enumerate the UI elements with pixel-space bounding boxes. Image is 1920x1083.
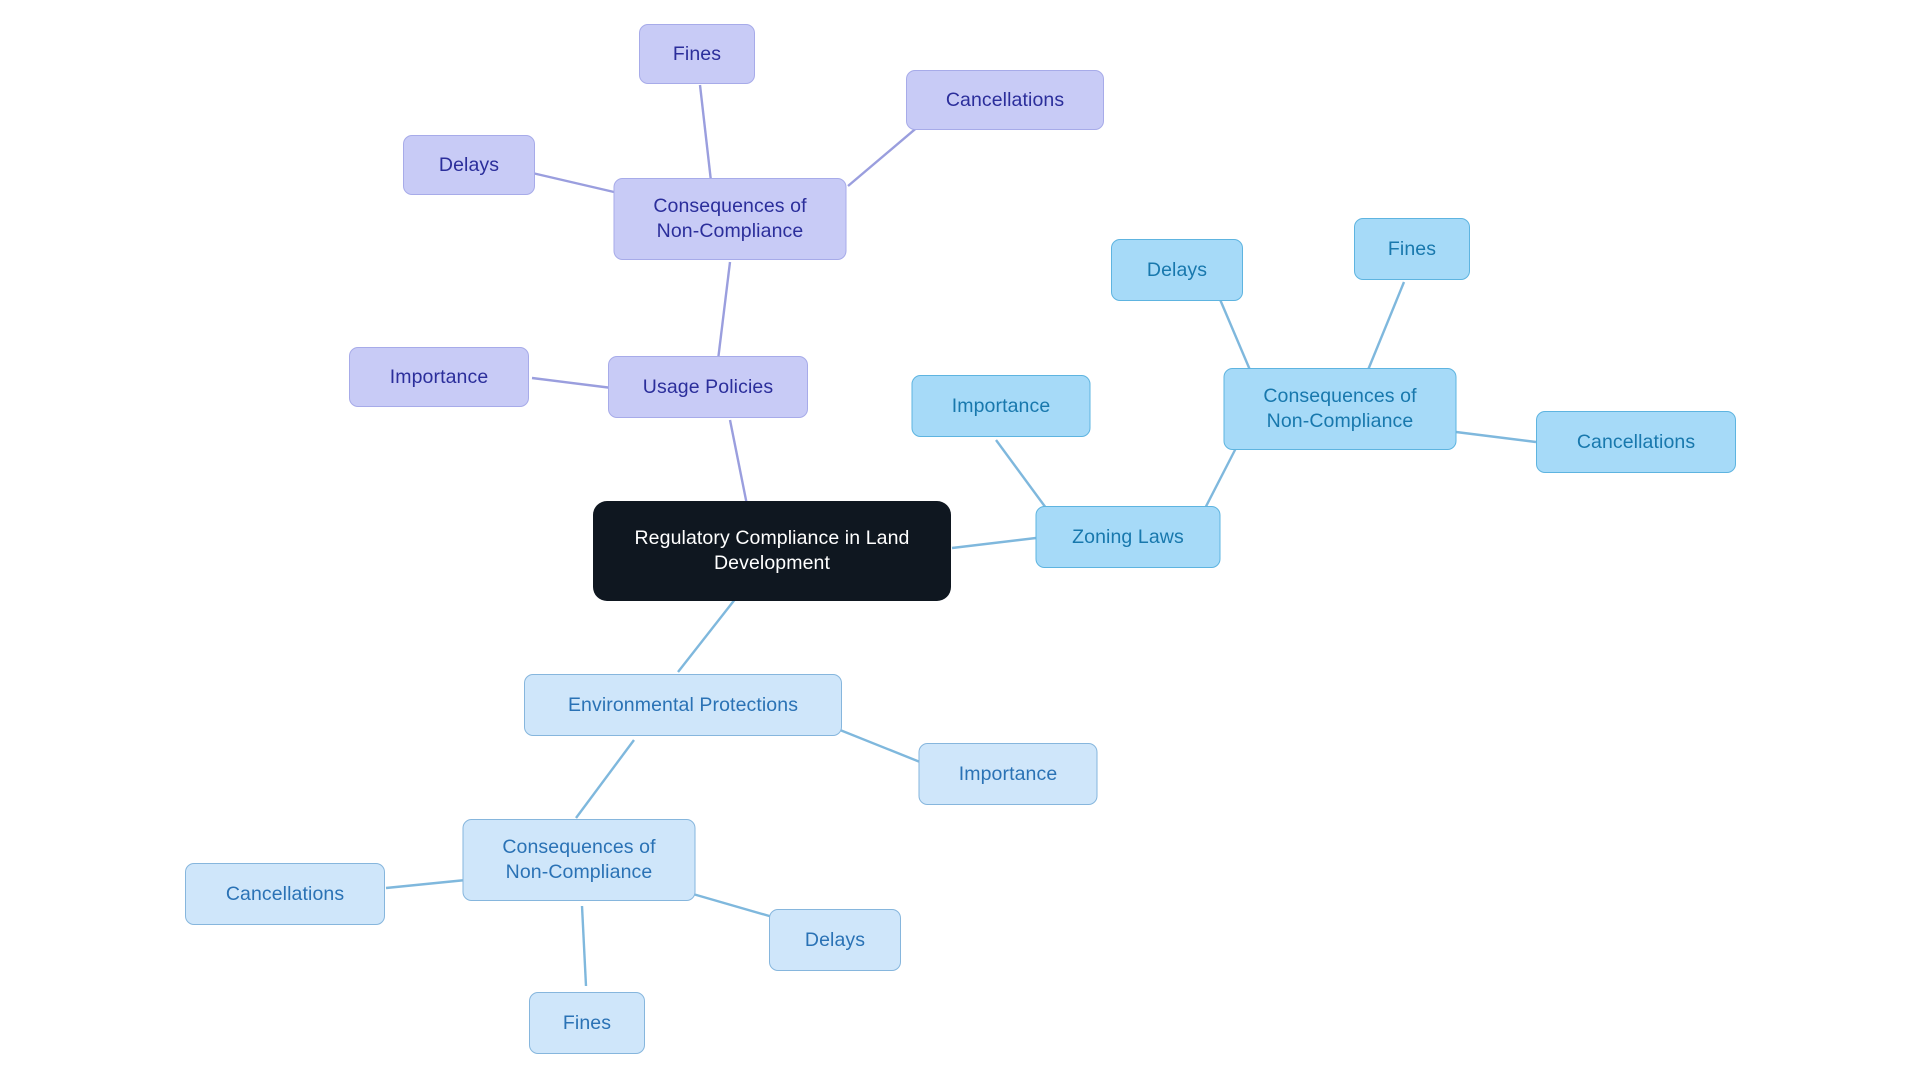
- node-environmental-protections-label: Environmental Protections: [567, 693, 799, 716]
- node-zoning-importance[interactable]: Importance: [911, 375, 1091, 437]
- node-zoning-laws-label: Zoning Laws: [1072, 525, 1184, 548]
- node-usage-importance-label: Importance: [389, 365, 489, 388]
- node-env-fines-label: Fines: [562, 1011, 612, 1034]
- edge-env-cons-cancellations: [385, 878, 467, 890]
- node-zoning-cancellations[interactable]: Cancellations: [1536, 411, 1736, 473]
- node-zoning-consequences-label: Consequences of Non-Compliance: [1263, 385, 1417, 432]
- edge-env-importance: [839, 728, 921, 764]
- node-env-delays[interactable]: Delays: [769, 909, 901, 971]
- node-env-importance-label: Importance: [958, 762, 1058, 785]
- node-usage-consequences-label: Consequences of Non-Compliance: [653, 195, 807, 242]
- edge-zoning-cons-fines: [1366, 281, 1406, 371]
- node-env-cancellations-label: Cancellations: [225, 882, 345, 905]
- node-usage-fines[interactable]: Fines: [639, 24, 755, 84]
- node-env-consequences-label: Consequences of Non-Compliance: [502, 836, 656, 883]
- node-root-label: Regulatory Compliance in Land Developmen…: [634, 527, 910, 574]
- node-zoning-delays-label: Delays: [1146, 258, 1208, 281]
- node-zoning-delays[interactable]: Delays: [1111, 239, 1243, 301]
- node-usage-cancellations-label: Cancellations: [945, 88, 1065, 111]
- node-zoning-consequences[interactable]: Consequences of Non-Compliance: [1223, 368, 1457, 450]
- node-zoning-laws[interactable]: Zoning Laws: [1035, 506, 1221, 568]
- node-root[interactable]: Regulatory Compliance in Land Developmen…: [593, 501, 951, 601]
- node-usage-policies-label: Usage Policies: [642, 375, 774, 398]
- edge-root-usage-policies: [728, 419, 750, 511]
- edge-zoning-cons-cancellations: [1455, 430, 1537, 444]
- node-usage-delays[interactable]: Delays: [403, 135, 535, 195]
- node-usage-importance[interactable]: Importance: [349, 347, 529, 407]
- node-usage-policies[interactable]: Usage Policies: [608, 356, 808, 418]
- node-env-fines[interactable]: Fines: [529, 992, 645, 1054]
- node-zoning-cancellations-label: Cancellations: [1576, 430, 1696, 453]
- mindmap-canvas: Regulatory Compliance in Land Developmen…: [0, 0, 1920, 1083]
- node-zoning-importance-label: Importance: [951, 394, 1051, 417]
- edge-consequences-fines: [698, 84, 714, 191]
- node-usage-cancellations[interactable]: Cancellations: [906, 70, 1104, 130]
- node-env-importance[interactable]: Importance: [918, 743, 1098, 805]
- node-usage-consequences[interactable]: Consequences of Non-Compliance: [613, 178, 847, 260]
- edge-consequences-delays: [527, 170, 615, 194]
- edge-usage-policies-importance: [531, 376, 613, 390]
- edge-usage-policies-consequences: [716, 261, 732, 361]
- node-usage-delays-label: Delays: [438, 153, 500, 176]
- node-env-cancellations[interactable]: Cancellations: [185, 863, 385, 925]
- edge-consequences-cancellations: [847, 124, 921, 187]
- edge-env-cons-fines: [580, 905, 588, 987]
- node-zoning-fines-label: Fines: [1387, 237, 1437, 260]
- node-env-delays-label: Delays: [804, 928, 866, 951]
- node-env-consequences[interactable]: Consequences of Non-Compliance: [462, 819, 696, 901]
- edge-env-consequences: [575, 739, 635, 819]
- node-usage-fines-label: Fines: [672, 42, 722, 65]
- edge-zoning-importance: [995, 439, 1047, 509]
- node-environmental-protections[interactable]: Environmental Protections: [524, 674, 842, 736]
- edge-root-zoning-laws: [951, 536, 1037, 550]
- edge-zoning-cons-delays: [1214, 289, 1252, 371]
- edge-root-environmental: [677, 597, 737, 673]
- node-zoning-fines[interactable]: Fines: [1354, 218, 1470, 280]
